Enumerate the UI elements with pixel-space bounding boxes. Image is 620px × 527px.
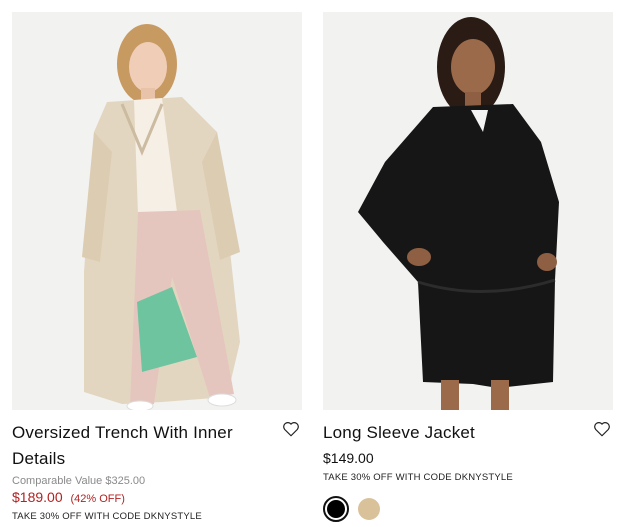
- product-title[interactable]: Long Sleeve Jacket: [323, 420, 579, 446]
- woman-in-black-jacket-photo: [323, 12, 613, 410]
- sale-price: $189.00: [12, 489, 63, 505]
- price-row: $189.00 (42% OFF): [12, 489, 302, 505]
- color-swatches: [323, 496, 613, 522]
- woman-in-beige-trench-coat-photo: [12, 12, 302, 410]
- discount-badge: (42% OFF): [70, 493, 125, 505]
- product-image-trench[interactable]: [12, 12, 302, 410]
- product-price: $149.00: [323, 450, 374, 466]
- heart-icon[interactable]: [282, 420, 300, 438]
- swatch-black[interactable]: [323, 496, 349, 522]
- product-card-trench[interactable]: Oversized Trench With Inner Details Comp…: [12, 12, 302, 522]
- comparable-value: Comparable Value $325.00: [12, 475, 146, 487]
- promo-text: TAKE 30% OFF WITH CODE DKNYSTYLE: [12, 511, 202, 522]
- heart-icon[interactable]: [593, 420, 611, 438]
- promo-text: TAKE 30% OFF WITH CODE DKNYSTYLE: [323, 472, 513, 483]
- swatch-tan[interactable]: [358, 498, 380, 520]
- product-title[interactable]: Oversized Trench With Inner Details: [12, 420, 268, 472]
- product-card-jacket[interactable]: Long Sleeve Jacket $149.00 TAKE 30% OFF …: [323, 12, 613, 522]
- product-image-jacket[interactable]: [323, 12, 613, 410]
